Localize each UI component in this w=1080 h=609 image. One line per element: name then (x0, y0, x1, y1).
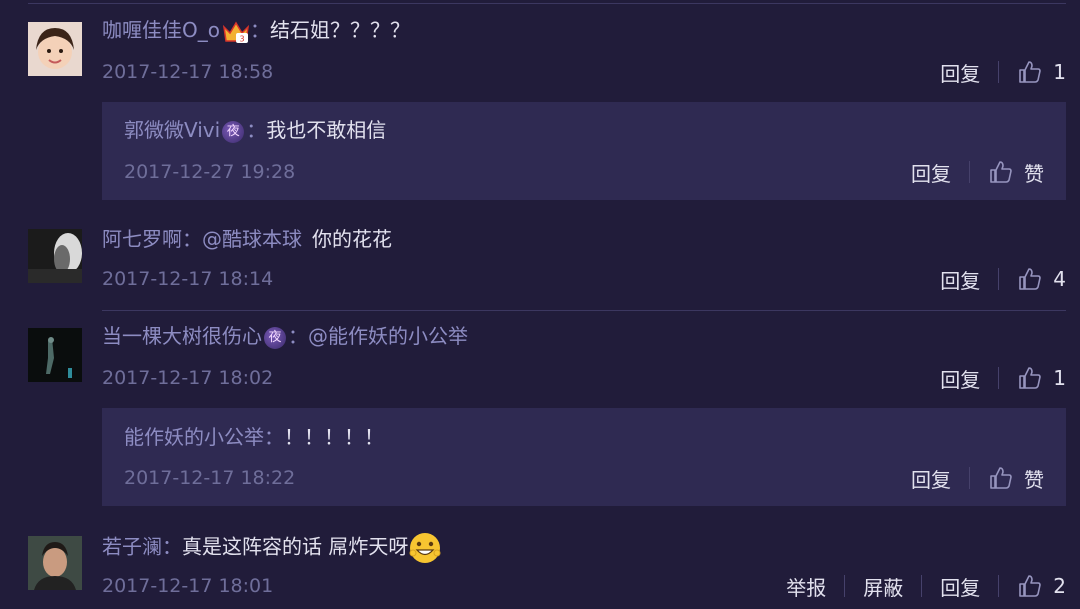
reply-button[interactable]: 回复 (940, 58, 980, 87)
reply-username[interactable]: 郭微微Vivi (124, 118, 220, 142)
comment-header: 当一棵大树很伤心夜：@能作妖的小公举 (102, 324, 468, 349)
like-count: 1 (1053, 366, 1066, 390)
like-button[interactable]: 赞 (1024, 158, 1044, 187)
thumbs-up-icon[interactable] (988, 465, 1014, 491)
reply-header: 郭微微Vivi 夜：我也不敢相信 (124, 118, 387, 143)
timestamp: 2017-12-17 18:02 (102, 367, 274, 389)
reply-text: 我也不敢相信 (266, 118, 387, 142)
block-button[interactable]: 屏蔽 (863, 572, 903, 601)
avatar[interactable] (28, 22, 82, 76)
thumbs-up-icon[interactable] (1017, 59, 1043, 85)
avatar[interactable] (28, 328, 82, 382)
reply-button[interactable]: 回复 (911, 464, 951, 493)
reply-actions: 回复 赞 (911, 157, 1044, 187)
avatar[interactable] (28, 229, 82, 283)
username[interactable]: 当一棵大树很伤心 (102, 324, 262, 348)
report-button[interactable]: 举报 (786, 572, 826, 601)
username[interactable]: 咖喱佳佳O_o (102, 18, 220, 42)
timestamp: 2017-12-17 18:14 (102, 268, 274, 290)
crown-vip-icon: 3 (222, 19, 250, 45)
like-count: 4 (1053, 267, 1066, 291)
mention-link[interactable]: @酷球本球 (202, 227, 302, 251)
username[interactable]: 阿七罗啊 (102, 227, 182, 251)
comment-header: 阿七罗啊：@酷球本球 你的花花 (102, 227, 392, 251)
comment-text: 你的花花 (312, 227, 392, 251)
like-count: 1 (1053, 60, 1066, 84)
reply-button[interactable]: 回复 (940, 364, 980, 393)
svg-text:3: 3 (239, 34, 244, 43)
comment-text: 真是这阵容的话 屌炸天呀 (182, 534, 409, 559)
timestamp: 2017-12-17 18:58 (102, 61, 274, 83)
like-button[interactable]: 赞 (1024, 464, 1044, 493)
thumbs-up-icon[interactable] (988, 159, 1014, 185)
like-count: 2 (1053, 574, 1066, 598)
avatar[interactable] (28, 536, 82, 590)
comment-text: 结石姐？？？？ (269, 18, 410, 42)
comment-actions: 回复 4 (940, 264, 1066, 294)
night-badge-icon: 夜 (264, 326, 286, 349)
reply-header: 能作妖的小公举：！！！！！ (124, 425, 384, 449)
thumbs-up-icon[interactable] (1017, 573, 1043, 599)
reply-username[interactable]: 能作妖的小公举 (124, 425, 264, 449)
reply-timestamp: 2017-12-17 18:22 (124, 467, 296, 489)
comment-divider (102, 310, 1066, 311)
night-badge-icon: 夜 (222, 120, 245, 143)
comment-text[interactable]: @能作妖的小公举 (308, 324, 468, 348)
reply-text: ！！！！！ (284, 425, 384, 449)
timestamp: 2017-12-17 18:01 (102, 575, 274, 597)
username[interactable]: 若子澜 (102, 535, 162, 559)
reply-box: 能作妖的小公举：！！！！！ 2017-12-17 18:22 回复 赞 (102, 408, 1066, 506)
reply-button[interactable]: 回复 (940, 572, 980, 601)
thumbs-up-icon[interactable] (1017, 266, 1043, 292)
comment-actions: 回复 1 (940, 57, 1066, 87)
grin-emoji-icon (408, 531, 442, 565)
comment-actions: 回复 1 (940, 363, 1066, 393)
reply-box: 郭微微Vivi 夜：我也不敢相信 2017-12-27 19:28 回复 赞 (102, 102, 1066, 200)
comment-actions: 举报 屏蔽 回复 2 (786, 571, 1066, 601)
reply-button[interactable]: 回复 (911, 158, 951, 187)
reply-timestamp: 2017-12-27 19:28 (124, 161, 296, 183)
reply-actions: 回复 赞 (911, 463, 1044, 493)
top-divider (28, 3, 1066, 4)
thumbs-up-icon[interactable] (1017, 365, 1043, 391)
comment-header: 若子澜：真是这阵容的话 屌炸天呀 (102, 531, 442, 563)
comment-header: 咖喱佳佳O_o 3 ：结石姐？？？？ (102, 18, 410, 45)
reply-button[interactable]: 回复 (940, 265, 980, 294)
